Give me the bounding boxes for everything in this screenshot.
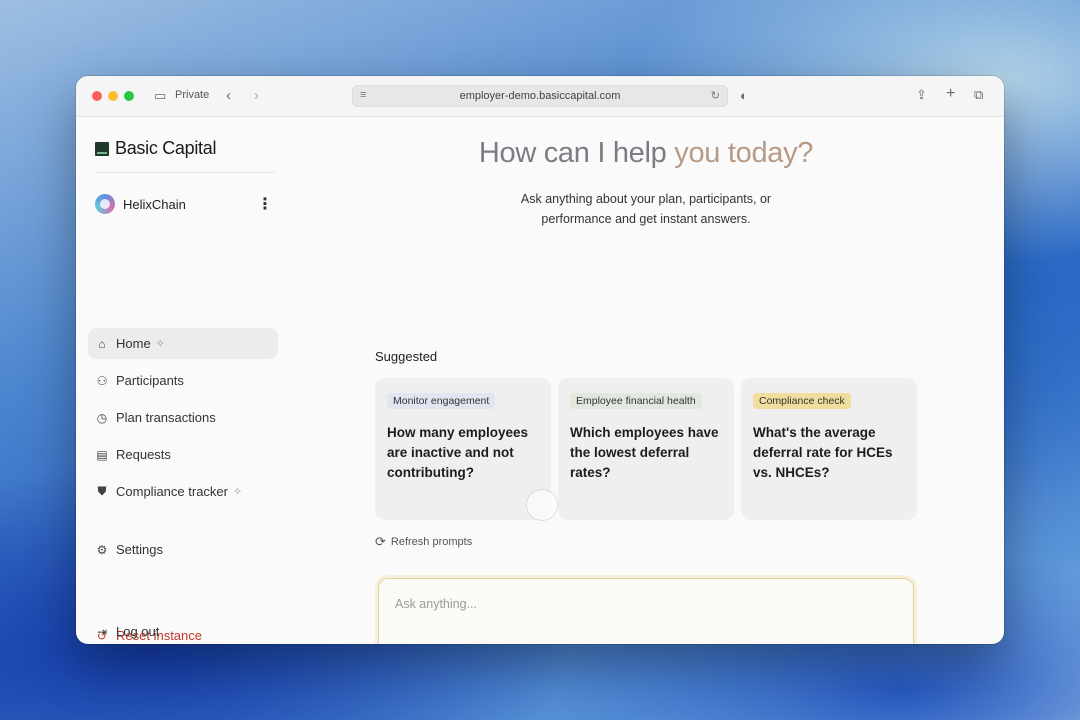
card-question: Which employees have the lowest deferral… bbox=[570, 425, 719, 480]
ask-input[interactable] bbox=[395, 597, 835, 611]
home-icon: ⌂ bbox=[98, 336, 106, 351]
sidebar-item-label: Home bbox=[116, 336, 151, 351]
new-tab-icon[interactable]: + bbox=[946, 86, 955, 102]
main-content: How can I help you today? Ask anything a… bbox=[288, 117, 1004, 644]
sidebar-item-label: Compliance tracker bbox=[116, 484, 228, 499]
back-icon[interactable]: ‹ bbox=[226, 88, 231, 104]
logout-label: Log out bbox=[116, 624, 160, 639]
sidebar-item-requests[interactable]: ▤ Requests bbox=[88, 439, 278, 470]
browser-window: ▭ Private ‹ › ≡ employer-demo.basiccapit… bbox=[76, 76, 1004, 644]
brand-name: Basic Capital bbox=[115, 138, 217, 158]
forward-icon[interactable]: › bbox=[254, 88, 259, 104]
logout-button[interactable]: ⇥ Log out bbox=[88, 616, 278, 644]
sparkle-icon: ✧ bbox=[233, 486, 243, 498]
org-name: HelixChain bbox=[123, 196, 186, 212]
browser-toolbar: ▭ Private ‹ › ≡ employer-demo.basiccapit… bbox=[76, 76, 1004, 117]
clock-icon: ◷ bbox=[96, 410, 108, 425]
address-bar[interactable]: ≡ employer-demo.basiccapital.com ↻ bbox=[352, 85, 728, 107]
headline-part1: How can I help bbox=[478, 137, 675, 169]
sidebar-item-label: Plan transactions bbox=[116, 410, 216, 425]
sidebar-item-label: Settings bbox=[116, 542, 163, 557]
brand-logo[interactable]: Basic Capital bbox=[95, 138, 216, 159]
page-subtitle: Ask anything about your plan, participan… bbox=[520, 192, 772, 226]
card-tag: Compliance check bbox=[753, 393, 851, 409]
privacy-shield-icon[interactable]: ◐ bbox=[740, 88, 748, 104]
shield-icon: ⛊ bbox=[97, 484, 107, 498]
close-window-button[interactable] bbox=[92, 91, 102, 101]
page-title: How can I help you today? bbox=[288, 137, 1004, 170]
org-switcher[interactable]: HelixChain ⋮ bbox=[95, 192, 275, 216]
users-icon: ⚇ bbox=[96, 373, 108, 388]
logo-mark-icon bbox=[95, 141, 109, 156]
card-tag: Monitor engagement bbox=[387, 393, 496, 409]
reload-icon[interactable]: ↻ bbox=[711, 89, 720, 102]
refresh-prompts-button[interactable]: ⟳ Refresh prompts bbox=[375, 534, 472, 550]
sidebar-item-plan-transactions[interactable]: ◷ Plan transactions bbox=[88, 402, 278, 433]
card-question: How many employees are inactive and not … bbox=[387, 425, 529, 480]
maximize-window-button[interactable] bbox=[124, 91, 134, 101]
sidebar-item-home[interactable]: ⌂ Home ✧ bbox=[88, 328, 278, 359]
sidebar-item-label: Participants bbox=[116, 373, 184, 388]
sidebar-item-label: Requests bbox=[116, 447, 171, 462]
document-icon: ▤ bbox=[96, 447, 108, 462]
suggestion-card-monitor-engagement[interactable]: Monitor engagement How many employees ar… bbox=[375, 378, 551, 520]
headline-part2: you today? bbox=[674, 137, 814, 169]
send-icon[interactable]: ➢ bbox=[878, 641, 898, 644]
sidebar-item-settings[interactable]: ⚙ Settings bbox=[88, 534, 278, 565]
share-icon[interactable]: ⇪ bbox=[916, 87, 927, 103]
org-menu-icon[interactable]: ⋮ bbox=[255, 194, 275, 214]
tabs-overview-icon[interactable]: ⧉ bbox=[974, 87, 983, 103]
refresh-icon: ⟳ bbox=[375, 534, 386, 549]
sidebar-item-participants[interactable]: ⚇ Participants bbox=[88, 365, 278, 396]
org-avatar-icon bbox=[95, 194, 115, 214]
card-tag: Employee financial health bbox=[570, 393, 702, 409]
sidebar-toggle-icon[interactable]: ▭ bbox=[154, 88, 166, 104]
logout-icon: ⇥ bbox=[96, 624, 108, 639]
refresh-label: Refresh prompts bbox=[390, 536, 473, 548]
gear-icon: ⚙ bbox=[96, 542, 108, 557]
suggestion-card-compliance-check[interactable]: Compliance check What's the average defe… bbox=[741, 378, 917, 520]
suggestion-card-employee-financial-health[interactable]: Employee financial health Which employee… bbox=[558, 378, 734, 520]
card-question: What's the average deferral rate for HCE… bbox=[753, 425, 893, 480]
sidebar: Basic Capital HelixChain ⋮ ⌂ Home ✧ ⚇ Pa… bbox=[76, 117, 288, 644]
sidebar-item-compliance-tracker[interactable]: ⛊ Compliance tracker ✧ bbox=[88, 476, 278, 507]
private-label: Private bbox=[175, 89, 210, 101]
pointer-cursor bbox=[526, 489, 558, 521]
sidebar-divider bbox=[95, 172, 275, 173]
suggested-heading: Suggested bbox=[375, 349, 438, 364]
chat-composer[interactable]: ➢ bbox=[378, 578, 914, 644]
minimize-window-button[interactable] bbox=[108, 91, 118, 101]
address-url: employer-demo.basiccapital.com bbox=[459, 90, 621, 102]
sparkle-icon: ✧ bbox=[155, 338, 165, 350]
